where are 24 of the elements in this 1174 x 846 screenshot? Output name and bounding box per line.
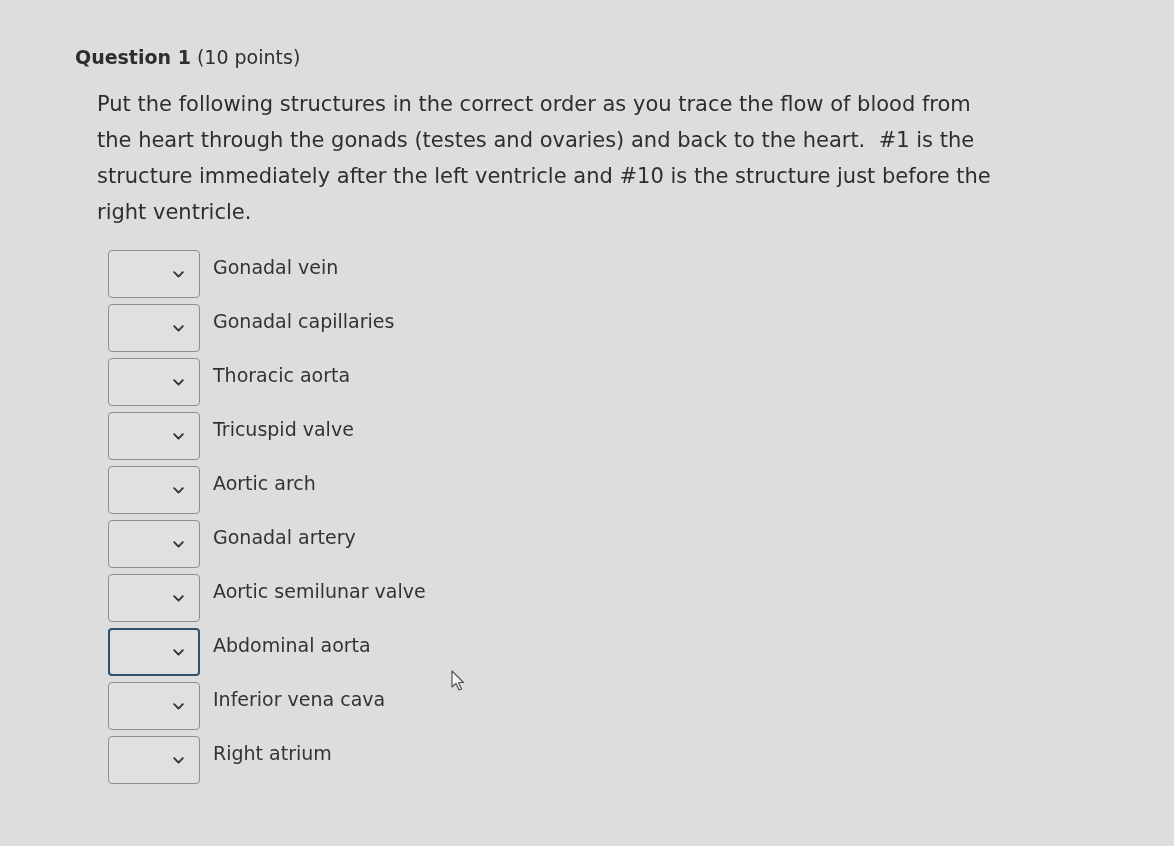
- chevron-down-icon: [173, 270, 184, 278]
- mouse-pointer-icon: [451, 670, 467, 692]
- structure-label: Aortic arch: [213, 471, 316, 496]
- chevron-down-icon: [173, 702, 184, 710]
- structure-label: Aortic semilunar valve: [213, 579, 426, 604]
- structure-label: Right atrium: [213, 741, 332, 766]
- question-heading: Question 1 (10 points): [75, 45, 302, 70]
- order-dropdown[interactable]: [108, 628, 200, 676]
- structure-label: Inferior vena cava: [213, 687, 386, 712]
- question-prompt: Put the following structures in the correct order as you trace the flow of blood from the heart through the gonads (testes and ovaries) and back to the heart. #1 is the structure immediately after the left ventricle and #10 is the structure just before the right ventricle.: [97, 91, 992, 226]
- structure-label: Abdominal aorta: [213, 633, 371, 658]
- structure-label: Tricuspid valve: [213, 417, 354, 442]
- chevron-down-icon: [173, 432, 184, 440]
- chevron-down-icon: [173, 648, 184, 656]
- structure-label: Gonadal artery: [213, 525, 356, 550]
- structure-label: Gonadal capillaries: [213, 309, 395, 334]
- chevron-down-icon: [173, 594, 184, 602]
- chevron-down-icon: [173, 378, 184, 386]
- structure-label: Thoracic aorta: [213, 363, 351, 388]
- chevron-down-icon: [173, 540, 184, 548]
- structure-label: Gonadal vein: [213, 255, 339, 280]
- chevron-down-icon: [173, 486, 184, 494]
- chevron-down-icon: [173, 324, 184, 332]
- chevron-down-icon: [173, 756, 184, 764]
